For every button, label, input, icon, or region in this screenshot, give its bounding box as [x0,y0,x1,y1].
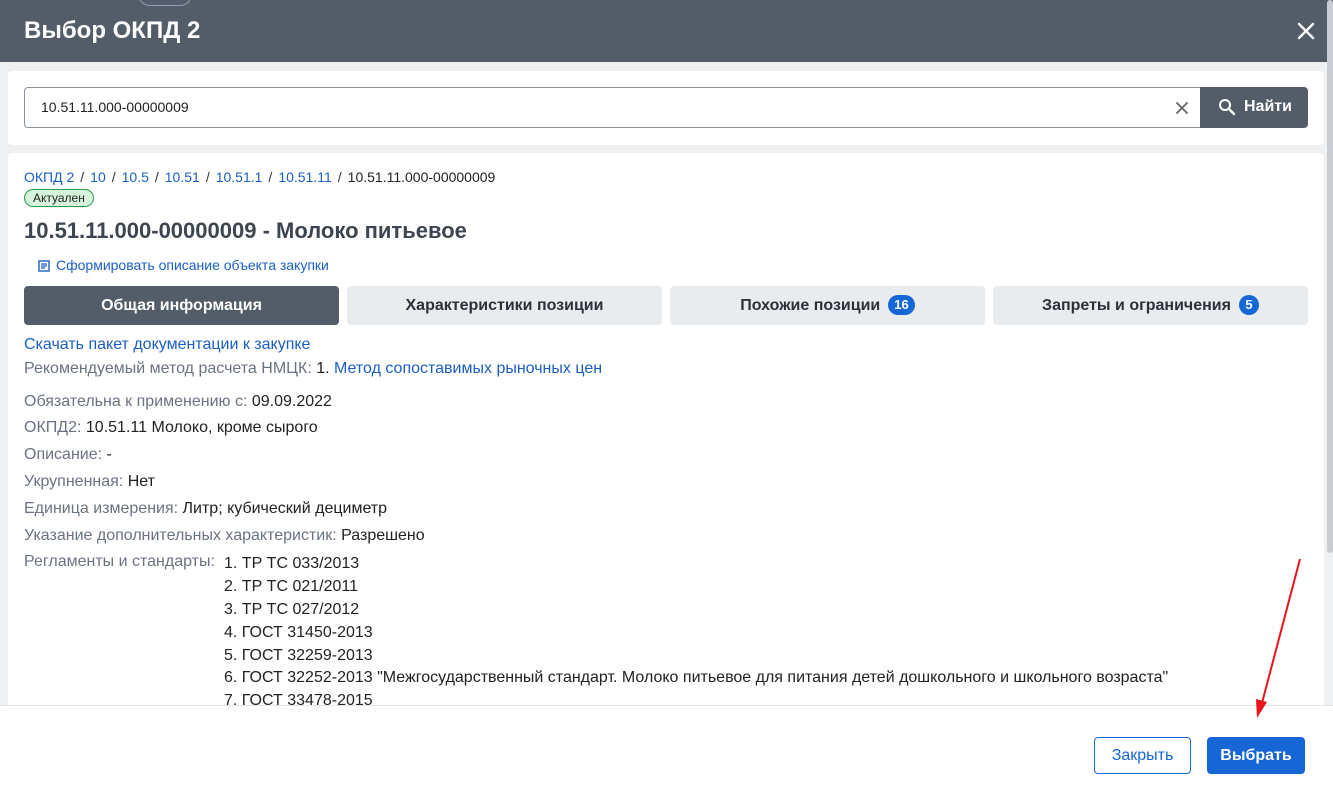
field-label: Единица измерения: [24,500,179,517]
tab-label: Общая информация [101,297,262,314]
breadcrumb-separator: / [154,169,159,185]
field-value: Нет [127,473,155,490]
breadcrumb-item-10-5[interactable]: 10.5 [122,169,149,185]
tab-label: Похожие позиции [740,297,881,314]
generate-description-link[interactable]: Сформировать описание объекта закупки [38,257,329,273]
field-value: 09.09.2022 [251,393,332,410]
close-icon[interactable] [1293,18,1319,44]
field-row: Укрупненная: Нет [24,473,155,491]
dialog-header: Выбор ОКПД 2 [0,0,1333,62]
standards-list: 1. ТР ТС 033/2013 2. ТР ТС 021/2011 3. Т… [224,553,1168,713]
search-button[interactable]: Найти [1200,87,1308,128]
tab-label: Характеристики позиции [405,297,604,314]
count-badge: 16 [888,295,915,315]
search-button-label: Найти [1244,98,1292,115]
document-icon [38,260,50,272]
clear-icon[interactable] [1170,96,1194,120]
field-value: - [106,446,112,463]
select-button[interactable]: Выбрать [1207,737,1305,774]
close-icon-glyph [1297,22,1315,40]
close-button[interactable]: Закрыть [1094,737,1191,774]
breadcrumb-item-10-51[interactable]: 10.51 [165,169,200,185]
breadcrumb-item-10-51-1[interactable]: 10.51.1 [216,169,263,185]
search-input-value: 10.51.11.000-00000009 [41,99,189,115]
field-row: Описание: - [24,446,112,464]
standard-item: 4. ГОСТ 31450-2013 [224,623,373,641]
field-row: Обязательна к применению с: 09.09.2022 [24,393,332,411]
page-title: 10.51.11.000-00000009 - Молоко питьевое [24,218,467,243]
download-docs-link[interactable]: Скачать пакет документации к закупке [24,336,310,354]
field-label: ОКПД2: [24,419,82,436]
dialog-title: Выбор ОКПД 2 [24,17,201,44]
field-row: Единица измерения: Литр; кубический деци… [24,500,387,518]
field-row: Указание дополнительных характеристик: Р… [24,527,425,545]
breadcrumb-item-okpd2[interactable]: ОКПД 2 [24,169,74,185]
method-label: Рекомендуемый метод расчета НМЦК: [24,360,312,377]
breadcrumb-separator: / [268,169,273,185]
field-value: 10.51.11 Молоко, кроме сырого [85,419,318,436]
clear-icon-glyph [1176,102,1188,114]
method-row: Рекомендуемый метод расчета НМЦК: 1. Мет… [24,360,602,378]
standard-item: 6. ГОСТ 32252-2013 "Межгосударственный с… [224,669,1169,687]
tab-label: Запреты и ограничения [1042,297,1231,314]
breadcrumb-current: 10.51.11.000-00000009 [347,169,496,185]
standards-row: Регламенты и стандарты: [24,553,215,571]
background-avatar-edge [138,0,192,6]
standard-item: 5. ГОСТ 32259-2013 [224,646,373,664]
breadcrumb: ОКПД 2 / 10 / 10.5 / 10.51 / 10.51.1 / 10.51.11 / 10… [24,169,495,185]
breadcrumb-separator: / [337,169,342,185]
method-number: 1. [316,360,330,377]
standards-label: Регламенты и стандарты: [24,553,215,570]
generate-description-label: Сформировать описание объекта закупки [56,257,329,273]
standard-item: 2. ТР ТС 021/2011 [224,577,358,595]
breadcrumb-item-10[interactable]: 10 [90,169,106,185]
field-label: Указание дополнительных характеристик: [24,527,337,544]
field-label: Укрупненная: [24,473,124,490]
standard-item: 1. ТР ТС 033/2013 [224,555,360,572]
field-value: Разрешено [341,527,425,544]
count-badge: 5 [1238,295,1259,315]
method-link[interactable]: Метод сопоставимых рыночных цен [334,360,602,377]
standard-item: 3. ТР ТС 027/2012 [224,600,360,618]
search-input[interactable]: 10.51.11.000-00000009 [24,87,1200,128]
breadcrumb-item-10-51-11[interactable]: 10.51.11 [278,169,331,185]
breadcrumb-separator: / [205,169,210,185]
search-icon [1219,99,1236,116]
scrollbar[interactable] [1327,0,1333,553]
tab-general-info[interactable]: Общая информация [24,286,339,325]
breadcrumb-separator: / [111,169,116,185]
field-label: Обязательна к применению с: [24,393,248,410]
tab-restrictions[interactable]: Запреты и ограничения 5 [993,286,1308,325]
tab-characteristics[interactable]: Характеристики позиции [347,286,662,325]
field-label: Описание: [24,446,103,463]
field-row: ОКПД2: 10.51.11 Молоко, кроме сырого [24,419,318,437]
tab-similar-positions[interactable]: Похожие позиции 16 [670,286,985,325]
breadcrumb-separator: / [80,169,85,185]
status-badge: Актуален [24,189,94,207]
field-value: Литр; кубический дециметр [182,500,388,517]
